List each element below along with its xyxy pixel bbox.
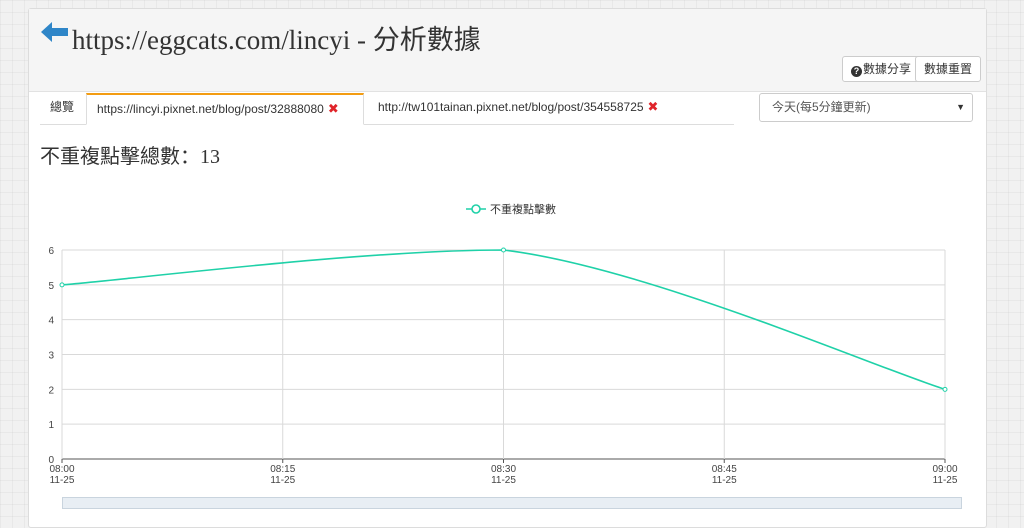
data-point — [59, 282, 65, 288]
x-tick-date-label: 11-25 — [50, 475, 75, 486]
y-tick-label: 4 — [48, 316, 54, 327]
y-tick-label: 3 — [48, 351, 54, 362]
data-point — [942, 386, 948, 392]
x-tick-time-label: 09:00 — [932, 464, 957, 475]
clicks-line-chart: 012345608:0011-2508:1511-2508:3011-2508:… — [48, 202, 958, 486]
data-point — [501, 247, 506, 253]
x-tick-time-label: 08:15 — [270, 464, 295, 475]
x-tick-date-label: 11-25 — [270, 475, 295, 486]
y-tick-label: 2 — [48, 385, 54, 396]
legend-marker — [471, 204, 481, 214]
y-tick-label: 1 — [48, 420, 54, 431]
legend-label: 不重複點擊數 — [490, 202, 556, 216]
y-tick-label: 6 — [48, 246, 54, 257]
x-tick-time-label: 08:30 — [491, 464, 516, 475]
x-tick-date-label: 11-25 — [712, 475, 737, 486]
bottom-table-strip — [62, 497, 962, 509]
x-tick-date-label: 11-25 — [491, 475, 516, 486]
x-tick-time-label: 08:45 — [712, 464, 737, 475]
x-tick-time-label: 08:00 — [49, 464, 74, 475]
x-tick-date-label: 11-25 — [933, 475, 958, 486]
y-tick-label: 5 — [48, 281, 54, 292]
